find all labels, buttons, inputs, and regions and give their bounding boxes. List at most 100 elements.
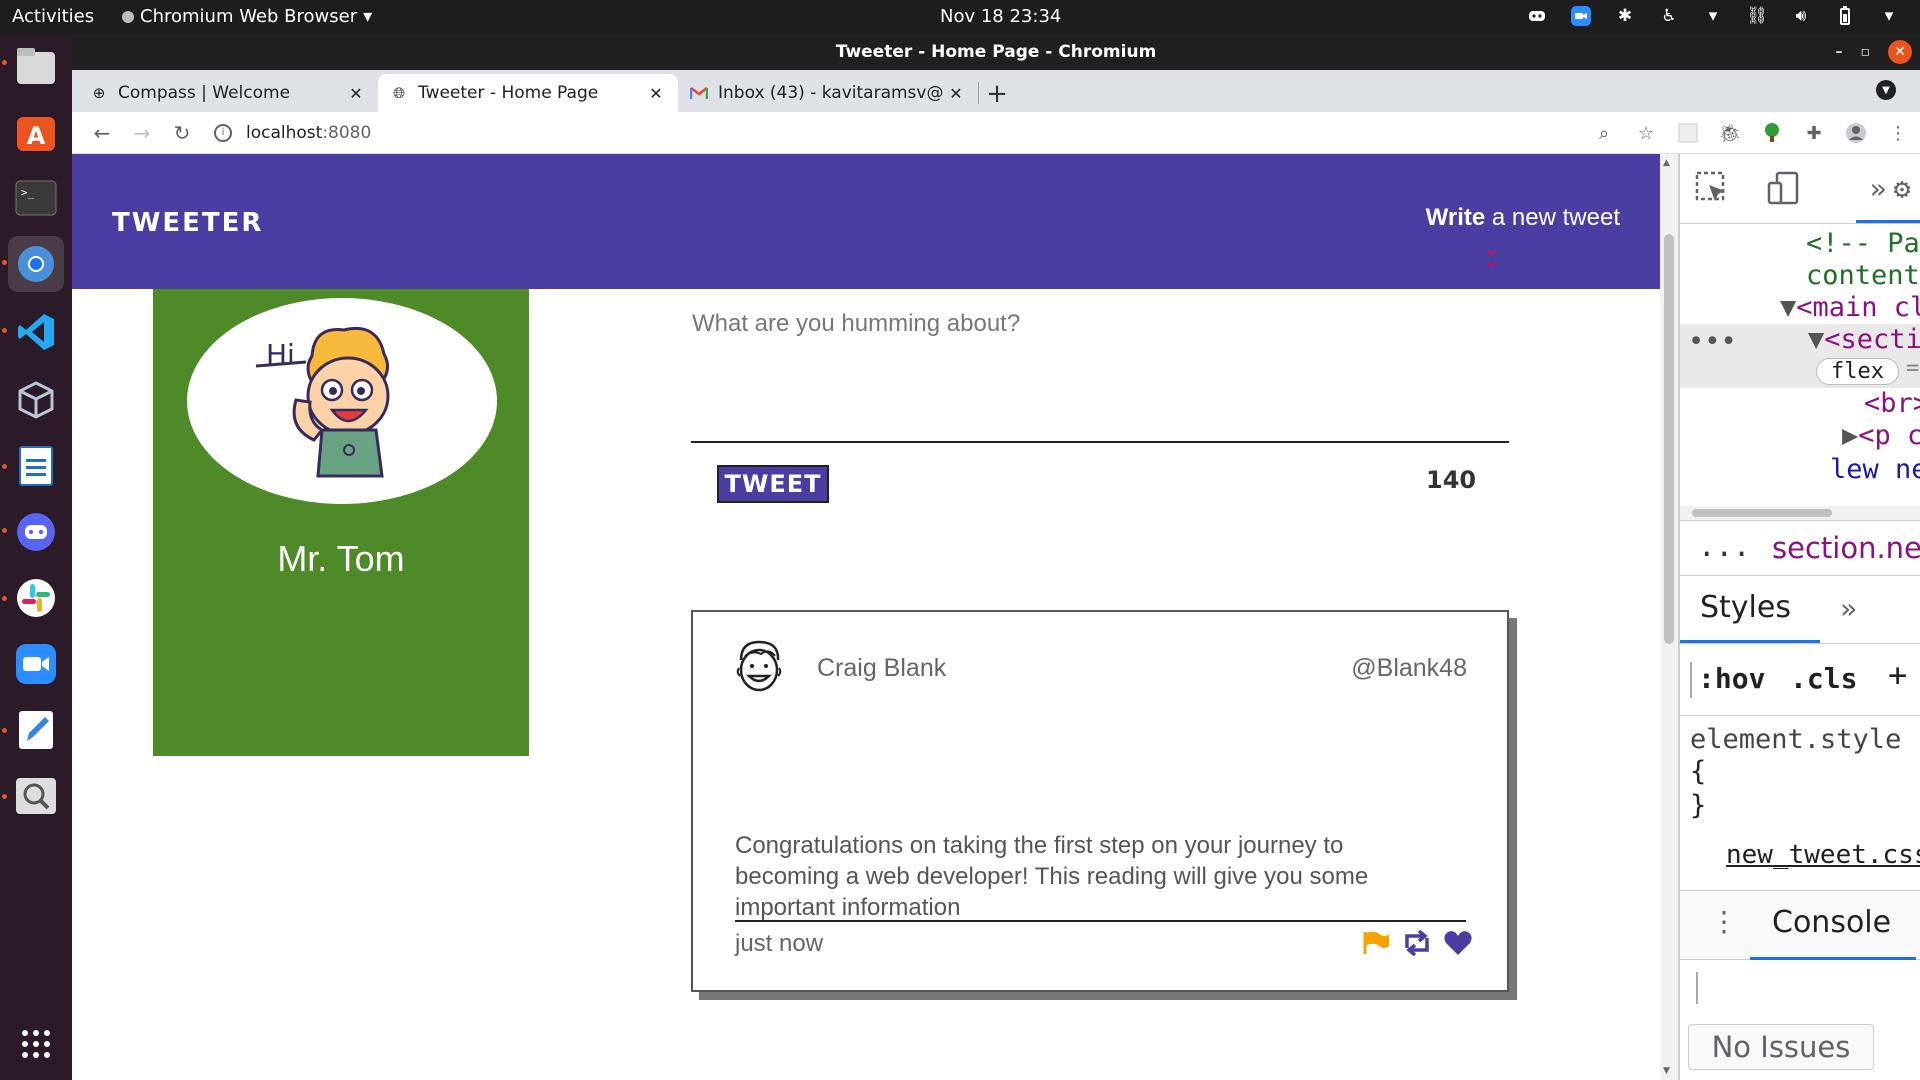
heart-icon[interactable] (1443, 930, 1473, 960)
software-center-icon[interactable]: A (8, 104, 64, 160)
flex-badge[interactable]: flex (1816, 358, 1899, 385)
site-info-icon[interactable]: i (214, 123, 232, 142)
tweet-submit-button[interactable]: TWEET (717, 465, 829, 503)
stylesheet-link[interactable]: new_tweet.css… (1726, 840, 1920, 870)
back-icon[interactable]: ← (82, 115, 122, 151)
close-tab-icon[interactable]: ✕ (646, 84, 666, 103)
new-style-rule-icon[interactable]: + (1888, 656, 1907, 694)
scroll-up-arrow-icon[interactable]: ▲ (1663, 158, 1670, 168)
battery-icon[interactable] (1834, 5, 1856, 27)
bug-extension-icon[interactable]: 🐞︎ (1718, 116, 1742, 150)
expand-triangle-icon[interactable]: ▼ (1780, 292, 1796, 323)
forward-icon[interactable]: → (122, 115, 162, 151)
zoom-tray-icon[interactable] (1570, 5, 1592, 27)
address-bar[interactable]: i localhost:8080 (214, 123, 371, 143)
bookmark-star-icon[interactable]: ☆ (1634, 116, 1658, 150)
tab-compass[interactable]: ⊕ Compass | Welcome ✕ (78, 74, 378, 112)
network-icon[interactable]: ⛓ (1746, 5, 1768, 27)
dom-node[interactable]: <!-- Page-s (1806, 228, 1920, 259)
reload-icon[interactable]: ↻ (162, 115, 202, 151)
write-rest: a new tweet (1485, 204, 1620, 231)
zoom-icon[interactable]: ⌕ (1592, 116, 1616, 150)
minimize-icon[interactable]: – (1836, 44, 1843, 60)
open-brace: { (1690, 756, 1707, 787)
dom-node[interactable]: content he (1806, 260, 1920, 291)
gear-icon[interactable]: ⚙ (1884, 170, 1920, 206)
profile-avatar-icon[interactable] (1844, 116, 1868, 150)
tab-search-icon[interactable]: ▼ (1876, 80, 1896, 100)
drawer-menu-icon[interactable]: ⋮ (1710, 905, 1738, 938)
inspect-element-icon[interactable] (1694, 170, 1730, 206)
terminal-icon[interactable]: >_ (8, 170, 64, 226)
write-tweet-link[interactable]: Write a new tweet (1426, 204, 1620, 232)
screenshot-icon[interactable] (8, 768, 64, 824)
more-tabs-icon[interactable]: » (1840, 592, 1857, 625)
tab-gmail[interactable]: Inbox (43) - kavitaramsv@ ✕ (678, 74, 978, 112)
dom-node-p[interactable]: ▶<p clas (1842, 420, 1920, 451)
dom-node-main[interactable]: ▼<main class (1780, 292, 1920, 323)
maximize-icon[interactable]: ▫ (1861, 44, 1871, 60)
close-window-button[interactable]: ✕ (1888, 40, 1912, 64)
tab-tweeter[interactable]: 🌐︎ Tweeter - Home Page ✕ (378, 74, 678, 112)
scrollbar-thumb[interactable] (1692, 509, 1832, 517)
files-icon[interactable] (8, 38, 64, 94)
zoom-icon[interactable] (8, 636, 64, 692)
dom-node-br[interactable]: <br> (1864, 388, 1920, 419)
compose-textarea[interactable]: What are you humming about? (692, 310, 1020, 338)
flag-icon[interactable] (1361, 930, 1391, 960)
elements-dom-tree[interactable]: <!-- Page-s content he ▼<main class ••• … (1680, 224, 1920, 506)
show-apps-icon[interactable] (8, 1016, 64, 1072)
console-area[interactable]: No Issues (1680, 960, 1920, 1080)
dom-node-section[interactable]: ▼<section (1808, 324, 1920, 355)
extensions-puzzle-icon[interactable]: ✚ (1802, 116, 1826, 150)
brand-logo[interactable]: TWEETER (112, 208, 263, 238)
scroll-down-arrow-icon[interactable]: ▼ (1663, 1066, 1670, 1076)
chevron-down-icon[interactable]: ▾ (1878, 5, 1900, 27)
writer-icon[interactable] (8, 438, 64, 494)
dom-node[interactable]: lew new (1830, 454, 1920, 485)
slack-icon[interactable] (8, 570, 64, 626)
chevron-down-icon[interactable]: ▾ (1702, 5, 1724, 27)
double-chevron-down-icon[interactable]: ⌄ ⌄ (1483, 238, 1500, 270)
tab-styles[interactable]: Styles (1700, 590, 1791, 625)
new-tab-button[interactable]: + (979, 76, 1015, 112)
clock[interactable]: Nov 18 23:34 (940, 6, 1061, 27)
discord-icon[interactable] (8, 504, 64, 560)
tree-extension-icon[interactable] (1760, 116, 1784, 150)
collapse-triangle-icon[interactable]: ▶ (1842, 420, 1858, 451)
volume-icon[interactable]: 🔊︎ (1790, 5, 1812, 27)
hov-toggle[interactable]: :hov (1698, 662, 1765, 695)
tab-underline (1680, 640, 1820, 643)
cls-toggle[interactable]: .cls (1790, 662, 1857, 695)
slack-tray-icon[interactable]: ✱ (1614, 5, 1636, 27)
text-editor-icon[interactable] (8, 702, 64, 758)
more-menu-icon[interactable]: ⋮ (1886, 116, 1910, 150)
dom-horizontal-scrollbar[interactable] (1680, 506, 1920, 520)
extension-placeholder-icon[interactable] (1676, 116, 1700, 150)
close-tab-icon[interactable]: ✕ (346, 84, 366, 103)
chromium-icon[interactable] (8, 236, 64, 292)
window-titlebar[interactable]: Tweeter - Home Page - Chromium – ▫ ✕ (72, 34, 1920, 70)
device-toolbar-icon[interactable] (1766, 170, 1802, 206)
retweet-icon[interactable] (1401, 929, 1433, 960)
vscode-icon[interactable] (8, 304, 64, 360)
more-actions-icon[interactable]: ••• (1688, 326, 1737, 357)
virtualbox-icon[interactable] (8, 372, 64, 428)
svg-text:A: A (27, 122, 46, 150)
profile-name: Mr. Tom (277, 538, 405, 579)
tab-console[interactable]: Console (1772, 905, 1891, 940)
breadcrumb-item[interactable]: section.ne (1772, 531, 1920, 565)
breadcrumb-more[interactable]: ... (1698, 529, 1750, 563)
tab-title: Tweeter - Home Page (418, 83, 599, 103)
app-menu[interactable]: Chromium Web Browser ▾ (122, 6, 372, 27)
no-issues-button[interactable]: No Issues (1688, 1024, 1874, 1070)
accessibility-icon[interactable]: ♿︎ (1658, 5, 1680, 27)
discord-tray-icon[interactable] (1526, 5, 1548, 27)
close-tab-icon[interactable]: ✕ (946, 84, 966, 103)
system-tray[interactable]: ✱ ♿︎ ▾ ⛓ 🔊︎ ▾ (1526, 5, 1900, 27)
element-style-selector[interactable]: element.style (1690, 724, 1901, 755)
page-scrollbar[interactable]: ▲ ▼ (1660, 154, 1678, 1080)
expand-triangle-icon[interactable]: ▼ (1808, 324, 1824, 355)
activities-button[interactable]: Activities (12, 6, 94, 27)
scrollbar-thumb[interactable] (1664, 234, 1674, 644)
